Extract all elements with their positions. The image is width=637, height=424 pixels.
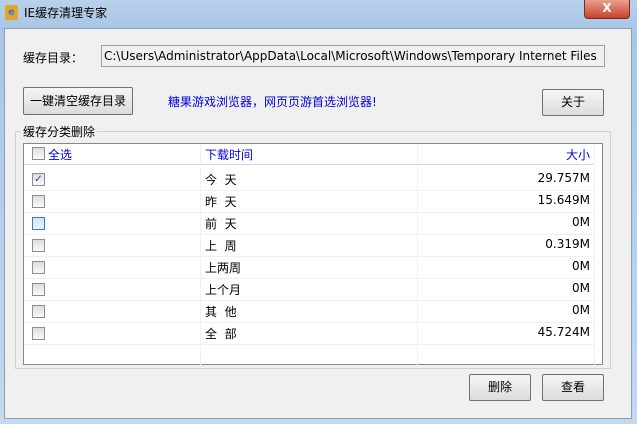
row-size: 15.649M	[537, 193, 590, 207]
list-row[interactable]: 前 天 0M	[24, 212, 595, 235]
cache-dir-field[interactable]: C:\Users\Administrator\AppData\Local\Mic…	[101, 45, 605, 67]
empty-row	[24, 344, 595, 367]
row-size: 0M	[572, 281, 590, 295]
app-window: e IE缓存清理专家 X 缓存目录： C:\Users\Administrato…	[0, 0, 637, 424]
group-label: 缓存分类删除	[21, 123, 98, 140]
ie-app-icon: e	[5, 5, 18, 20]
row-checkbox[interactable]	[32, 195, 45, 208]
row-time: 上个月	[205, 283, 242, 297]
row-check-cell	[24, 322, 201, 344]
row-size-cell: 0M	[418, 256, 595, 278]
row-time-cell: 上 周	[201, 234, 418, 256]
delete-button[interactable]: 删除	[469, 374, 531, 401]
row-time-cell: 全 部	[201, 322, 418, 344]
row-time-cell: 上个月	[201, 278, 418, 300]
row-time: 全 部	[205, 327, 237, 341]
window-title: IE缓存清理专家	[24, 6, 108, 20]
client-area: 缓存目录： C:\Users\Administrator\AppData\Loc…	[4, 28, 632, 419]
row-size-cell: 0.319M	[418, 234, 595, 256]
list-row[interactable]: 其 他 0M	[24, 300, 595, 323]
row-time: 上两周	[205, 261, 242, 275]
row-size-cell: 0M	[418, 212, 595, 234]
row-time: 前 天	[205, 217, 237, 231]
list-row[interactable]: 上个月 0M	[24, 278, 595, 301]
row-size: 0.319M	[545, 237, 590, 251]
row-time-cell: 昨 天	[201, 190, 418, 212]
row-size: 0M	[572, 303, 590, 317]
header-size[interactable]: 大小	[418, 144, 595, 164]
row-checkbox[interactable]	[32, 261, 45, 274]
row-time-cell: 今 天	[201, 168, 418, 190]
row-time: 今 天	[205, 173, 237, 187]
list-row[interactable]: 上 周 0.319M	[24, 234, 595, 257]
row-time: 昨 天	[205, 195, 237, 209]
row-time-cell: 其 他	[201, 300, 418, 322]
list-row[interactable]: 昨 天 15.649M	[24, 190, 595, 213]
cache-dir-label: 缓存目录：	[23, 51, 84, 65]
row-checkbox[interactable]	[32, 283, 45, 296]
size-header-label: 大小	[565, 148, 590, 162]
row-time-cell: 前 天	[201, 212, 418, 234]
row-size: 45.724M	[537, 325, 590, 339]
list-row[interactable]: 上两周 0M	[24, 256, 595, 279]
header-select-all[interactable]: 全选	[24, 144, 201, 164]
row-check-cell	[24, 234, 201, 256]
row-size-cell: 29.757M	[418, 168, 595, 190]
row-size-cell: 45.724M	[418, 322, 595, 344]
row-time-cell: 上两周	[201, 256, 418, 278]
row-check-cell	[24, 256, 201, 278]
row-check-cell	[24, 300, 201, 322]
row-size: 0M	[572, 259, 590, 273]
row-time: 上 周	[205, 239, 237, 253]
row-check-cell	[24, 278, 201, 300]
header-time[interactable]: 下载时间	[201, 144, 418, 164]
row-checkbox[interactable]	[32, 327, 45, 340]
row-size: 29.757M	[537, 171, 590, 185]
select-all-label[interactable]: 全选	[48, 146, 72, 163]
row-checkbox[interactable]	[32, 239, 45, 252]
row-checkbox[interactable]	[32, 217, 45, 230]
close-button[interactable]: X	[584, 0, 630, 19]
row-size-cell: 0M	[418, 278, 595, 300]
select-all-checkbox[interactable]	[32, 147, 45, 160]
row-check-cell	[24, 212, 201, 234]
row-size: 0M	[572, 215, 590, 229]
view-button[interactable]: 查看	[542, 374, 604, 401]
list-row[interactable]: ✓ 今 天 29.757M	[24, 168, 595, 191]
row-checkbox[interactable]: ✓	[32, 173, 45, 186]
row-size-cell: 15.649M	[418, 190, 595, 212]
list-header: 全选 下载时间 大小	[24, 144, 595, 165]
row-checkbox[interactable]	[32, 305, 45, 318]
row-check-cell	[24, 190, 201, 212]
list-row[interactable]: 全 部 45.724M	[24, 322, 595, 345]
promo-link[interactable]: 糖果游戏浏览器，网页页游首选浏览器!	[168, 93, 377, 110]
about-button[interactable]: 关于	[542, 89, 604, 116]
time-header-label: 下载时间	[205, 148, 254, 162]
cache-list: 全选 下载时间 大小 ✓ 今 天 29.757M 昨 天 15.649M 前 天…	[23, 143, 603, 367]
row-check-cell: ✓	[24, 168, 201, 190]
row-size-cell: 0M	[418, 300, 595, 322]
clear-cache-button[interactable]: 一键清空缓存目录	[23, 87, 133, 115]
row-time: 其 他	[205, 305, 237, 319]
